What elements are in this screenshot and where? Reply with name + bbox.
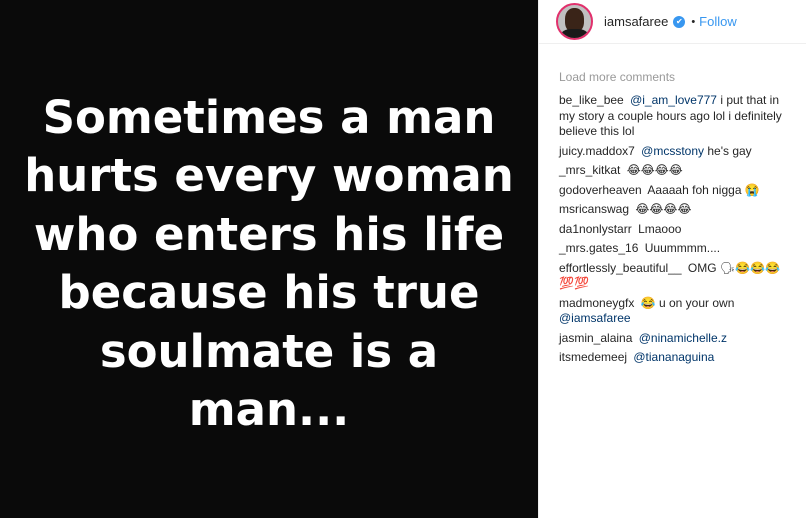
comment-username[interactable]: effortlessly_beautiful__ bbox=[559, 261, 682, 275]
comment: da1nonlystarr Lmaooo bbox=[559, 222, 796, 238]
quote-line: soulmate is a bbox=[99, 324, 439, 378]
verified-badge-icon: ✔ bbox=[673, 15, 686, 28]
comment-username[interactable]: _mrs_kitkat bbox=[559, 163, 620, 177]
comment-username[interactable]: jasmin_alaina bbox=[559, 331, 632, 345]
comment-username[interactable]: da1nonlystarr bbox=[559, 222, 632, 236]
post-header: iamsafaree ✔ • Follow bbox=[539, 0, 806, 44]
comment-mention[interactable]: @iamsafaree bbox=[559, 311, 631, 325]
comment-username[interactable]: juicy.maddox7 bbox=[559, 144, 635, 158]
comment: be_like_bee @i_am_love777 i put that in … bbox=[559, 93, 796, 140]
quote-line: Sometimes a man bbox=[42, 90, 496, 144]
comment-mention[interactable]: @tiananaguina bbox=[633, 350, 714, 364]
comment: _mrs_kitkat 😂😂😂😂 bbox=[559, 163, 796, 179]
comment-username[interactable]: godoverheaven bbox=[559, 183, 642, 197]
comment-text: 😂😂😂😂 bbox=[635, 202, 692, 216]
comment-mention[interactable]: @ninamichelle.z bbox=[639, 331, 727, 345]
comment-text: he's gay bbox=[704, 143, 752, 158]
comment-text: 😂😂😂😂 bbox=[626, 163, 683, 177]
avatar-body bbox=[561, 29, 588, 38]
comment: jasmin_alaina @ninamichelle.z bbox=[559, 331, 796, 347]
comments-list: Load more comments be_like_bee @i_am_lov… bbox=[539, 44, 806, 366]
comment: _mrs.gates_16 Uuummmm.... bbox=[559, 241, 796, 257]
quote-line: who enters his life bbox=[33, 207, 505, 261]
username-link[interactable]: iamsafaree bbox=[604, 14, 668, 29]
follow-button[interactable]: Follow bbox=[699, 14, 737, 29]
quote-line: man... bbox=[188, 383, 350, 436]
post-image[interactable]: Sometimes a man hurts every woman who en… bbox=[0, 0, 538, 518]
comment: godoverheaven Aaaaah foh nigga 😭 bbox=[559, 183, 796, 199]
separator-dot: • bbox=[691, 15, 696, 28]
comment-text: Aaaaah foh nigga 😭 bbox=[647, 182, 760, 197]
quote-line: because his true bbox=[58, 266, 480, 319]
comment-text: 😂 u on your own bbox=[640, 295, 735, 310]
comment: madmoneygfx 😂 u on your own @iamsafaree bbox=[559, 296, 796, 327]
comment-mention[interactable]: @i_am_love777 bbox=[630, 93, 717, 107]
comment-username[interactable]: msricanswag bbox=[559, 202, 629, 216]
comment: juicy.maddox7 @mcsstony he's gay bbox=[559, 144, 796, 160]
comment: msricanswag 😂😂😂😂 bbox=[559, 202, 796, 218]
comment: effortlessly_beautiful__ OMG 🗣😂😂😂💯💯 bbox=[559, 261, 796, 292]
comment-username[interactable]: itsmedemeej bbox=[559, 350, 627, 364]
comment: itsmedemeej @tiananaguina bbox=[559, 350, 796, 366]
comment-username[interactable]: be_like_bee bbox=[559, 93, 624, 107]
post-sidebar: iamsafaree ✔ • Follow Load more comments… bbox=[538, 0, 806, 518]
load-more-comments-button[interactable]: Load more comments bbox=[559, 70, 796, 84]
comment-username[interactable]: madmoneygfx bbox=[559, 296, 634, 310]
quote-line: hurts every woman bbox=[24, 149, 514, 202]
comment-text: Uuummmm.... bbox=[644, 241, 721, 255]
comment-username[interactable]: _mrs.gates_16 bbox=[559, 241, 638, 255]
post-quote-text: Sometimes a man hurts every woman who en… bbox=[0, 89, 538, 440]
comment-text: Lmaooo bbox=[638, 221, 682, 236]
avatar[interactable] bbox=[556, 3, 593, 40]
comment-mention[interactable]: @mcsstony bbox=[641, 144, 704, 158]
